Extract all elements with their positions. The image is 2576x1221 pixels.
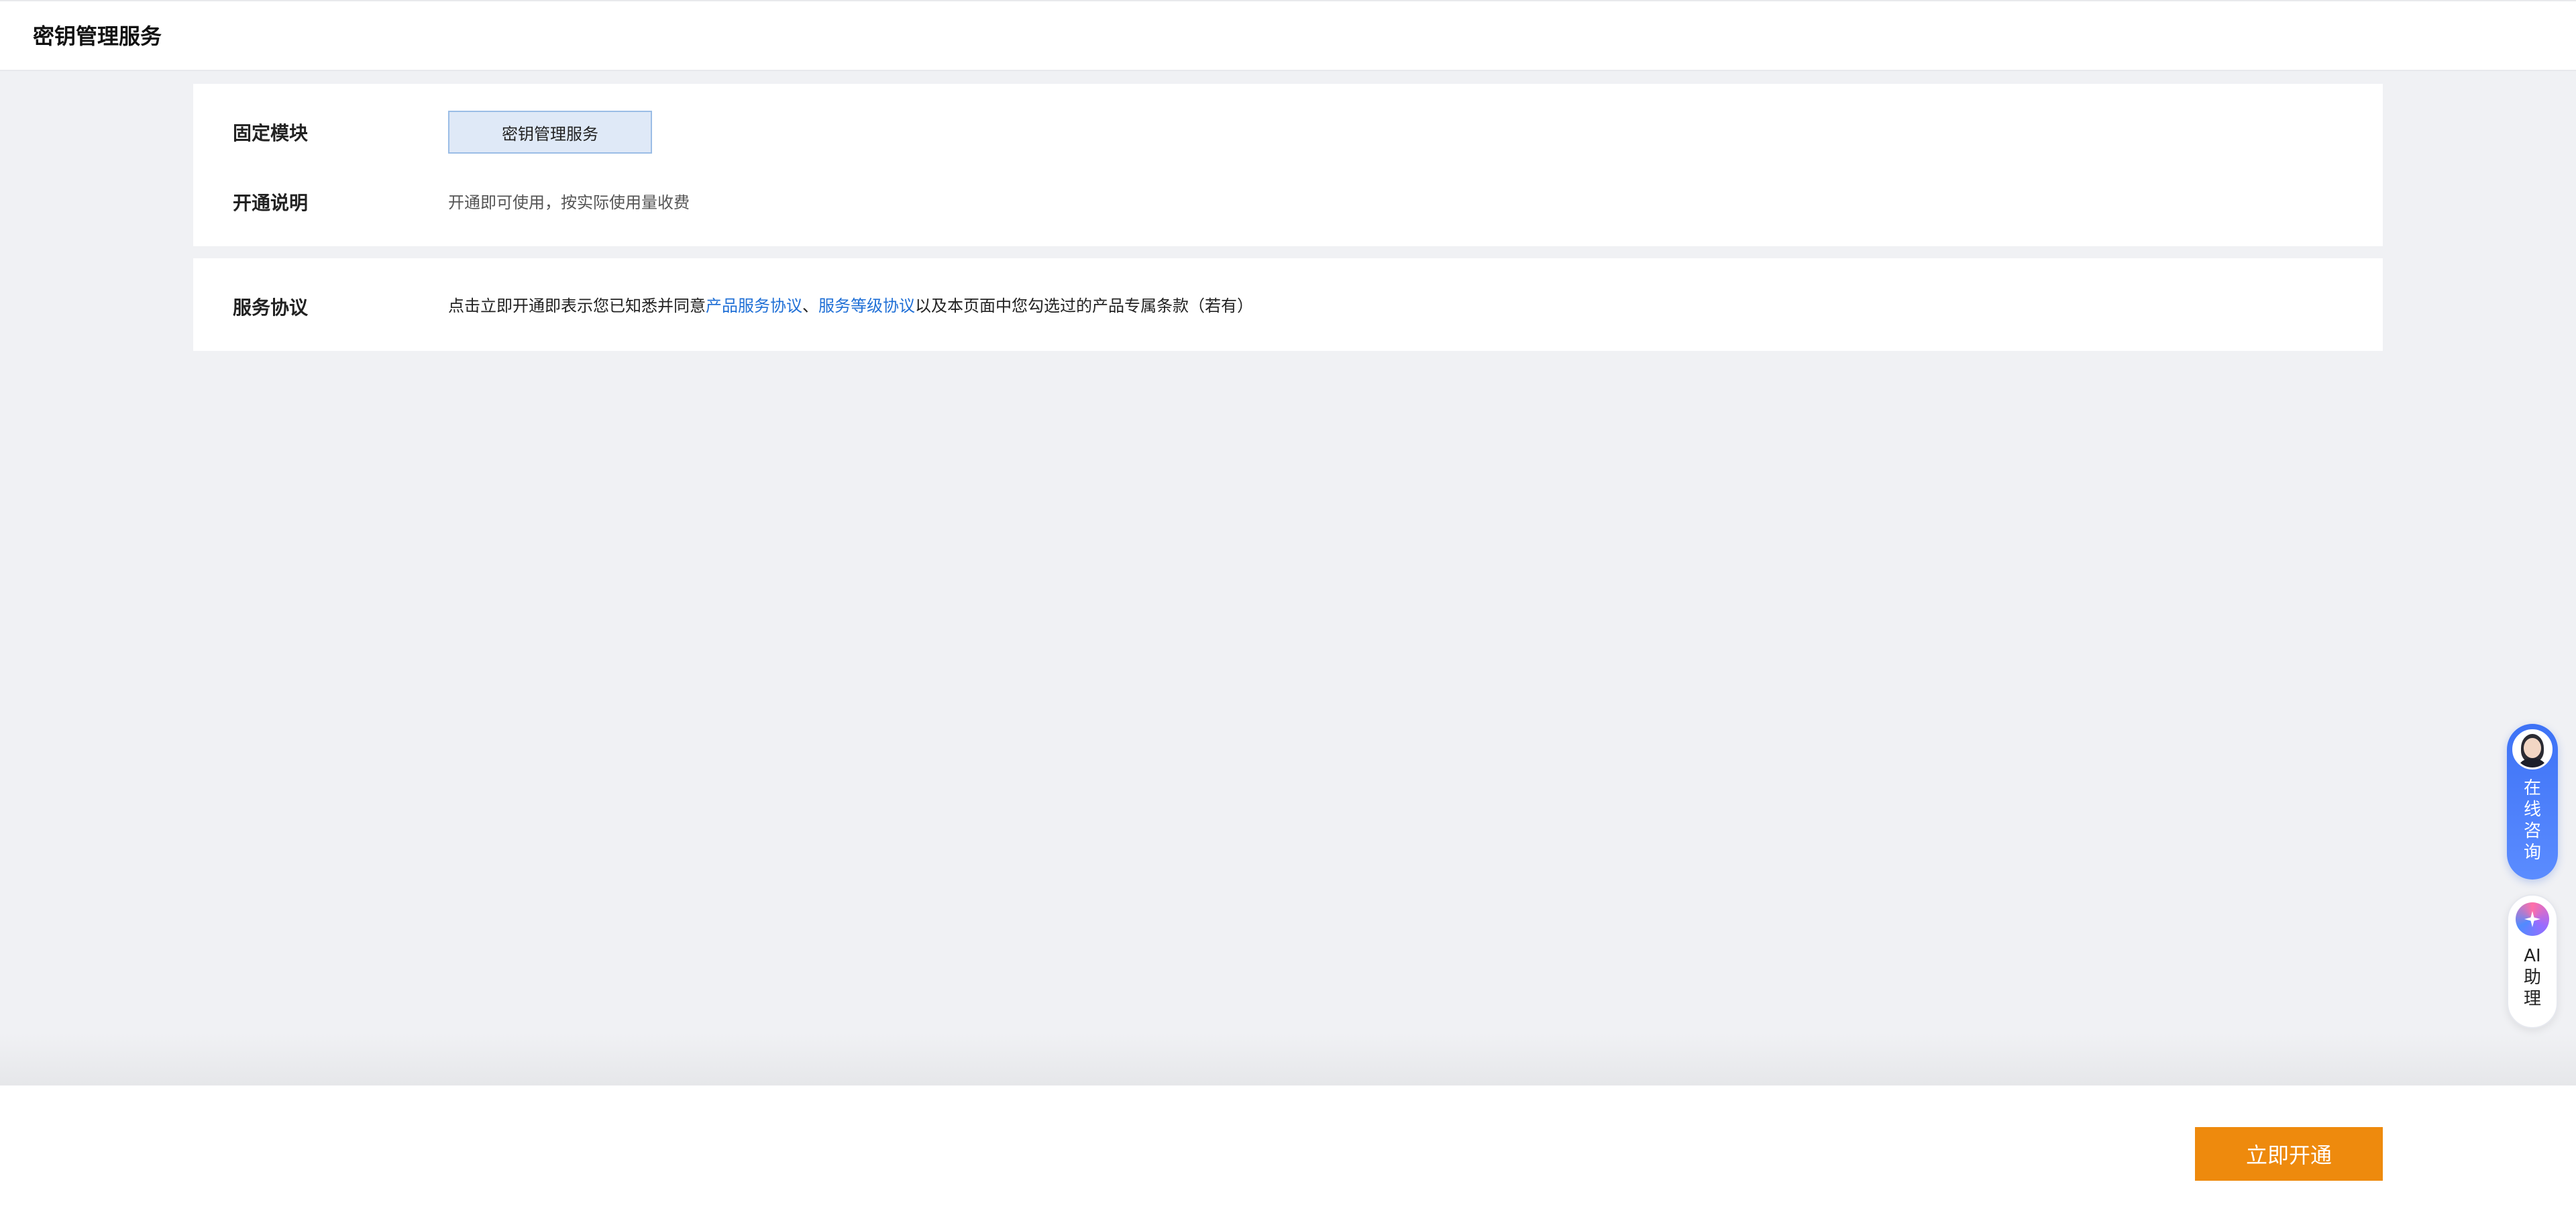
module-label: 固定模块	[233, 122, 309, 144]
product-service-agreement-link[interactable]: 产品服务协议	[706, 297, 802, 315]
footer-shadow	[0, 1033, 2576, 1085]
agreement-separator: 、	[802, 297, 818, 315]
agreement-card: 服务协议 点击立即开通即表示您已知悉并同意产品服务协议、服务等级协议以及本页面中…	[193, 258, 2383, 351]
page-header: 密钥管理服务	[0, 0, 2576, 71]
agreement-prefix: 点击立即开通即表示您已知悉并同意	[448, 297, 706, 315]
page-title: 密钥管理服务	[33, 23, 162, 49]
ai-sparkle-icon	[2516, 902, 2549, 936]
activate-now-button[interactable]: 立即开通	[2195, 1127, 2383, 1181]
agreement-label: 服务协议	[233, 297, 309, 319]
ai-assistant-button[interactable]: AI助理	[2507, 894, 2558, 1028]
agreement-suffix: 以及本页面中您勾选过的产品专属条款（若有）	[915, 297, 1253, 315]
online-consult-button[interactable]: 在线咨询	[2507, 724, 2558, 880]
agreement-text: 点击立即开通即表示您已知悉并同意产品服务协议、服务等级协议以及本页面中您勾选过的…	[448, 295, 1253, 317]
desc-text: 开通即可使用，按实际使用量收费	[448, 193, 690, 212]
ai-label: AI助理	[2523, 946, 2541, 1009]
service-level-agreement-link[interactable]: 服务等级协议	[818, 297, 915, 315]
consult-label: 在线咨询	[2523, 778, 2541, 863]
config-card: 固定模块 密钥管理服务 开通说明 开通即可使用，按实际使用量收费	[193, 84, 2383, 246]
module-chip[interactable]: 密钥管理服务	[448, 111, 652, 154]
footer-bar: 立即开通	[0, 1085, 2576, 1221]
agent-avatar-icon	[2512, 729, 2553, 769]
desc-label: 开通说明	[233, 192, 309, 214]
